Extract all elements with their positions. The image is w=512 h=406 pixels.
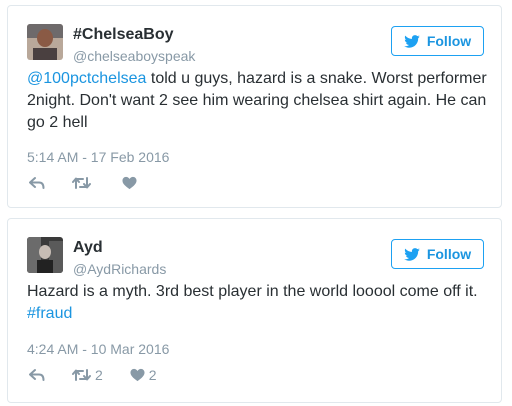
timestamp[interactable]: 4:24 AM - 10 Mar 2016 (27, 341, 169, 357)
reply-button[interactable] (29, 176, 45, 190)
user-handle[interactable]: @AydRichards (73, 261, 166, 277)
mention-link[interactable]: @100pctchelsea (27, 70, 146, 87)
display-name[interactable]: Ayd (73, 239, 103, 257)
heart-icon (130, 368, 145, 382)
retweet-count: 2 (95, 367, 103, 383)
follow-button[interactable]: Follow (391, 239, 484, 269)
retweet-button[interactable] (72, 176, 95, 190)
timestamp[interactable]: 5:14 AM - 17 Feb 2016 (27, 149, 169, 165)
display-name[interactable]: #ChelseaBoy (73, 26, 174, 44)
tweet-text: Hazard is a myth. 3rd best player in the… (27, 281, 487, 325)
like-button[interactable] (122, 176, 141, 190)
retweet-icon (72, 177, 91, 189)
retweet-icon (72, 369, 91, 381)
hashtag-link[interactable]: #fraud (27, 305, 72, 322)
like-count: 2 (148, 367, 157, 383)
twitter-bird-icon (404, 247, 420, 261)
tweet-actions (29, 176, 141, 190)
heart-icon (122, 176, 137, 190)
avatar[interactable] (27, 237, 63, 273)
reply-icon (29, 369, 45, 381)
twitter-bird-icon (404, 34, 420, 48)
tweet-card: Ayd @AydRichards Follow Hazard is a myth… (7, 218, 502, 403)
retweet-button[interactable]: 2 (72, 367, 103, 383)
tweet-body: Hazard is a myth. 3rd best player in the… (27, 283, 478, 300)
follow-label: Follow (426, 246, 472, 262)
follow-label: Follow (426, 33, 472, 49)
tweet-text: @100pctchelsea told u guys, hazard is a … (27, 68, 487, 134)
avatar[interactable] (27, 24, 63, 60)
user-handle[interactable]: @chelseaboyspeak (73, 48, 195, 64)
like-button[interactable]: 2 (130, 367, 157, 383)
follow-button[interactable]: Follow (391, 26, 484, 56)
reply-button[interactable] (29, 368, 45, 382)
reply-icon (29, 177, 45, 189)
tweet-actions: 2 2 (29, 367, 157, 383)
tweet-card: #ChelseaBoy @chelseaboyspeak Follow @100… (7, 5, 502, 208)
